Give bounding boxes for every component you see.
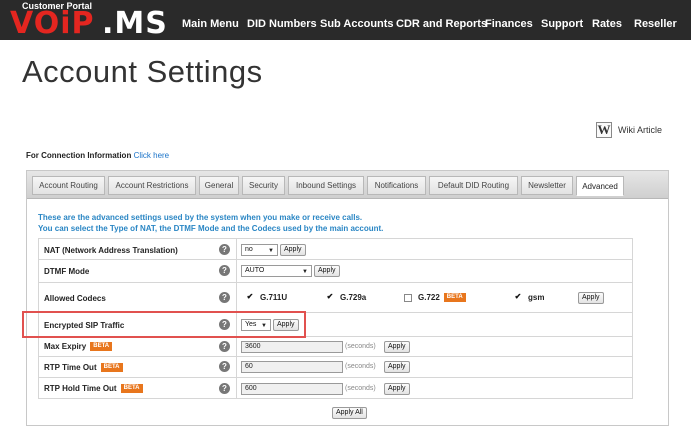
top-navbar: Customer Portal VOiP .MS Main Menu DID N… — [0, 0, 691, 40]
rtp-timeout-label: RTP Time Out — [44, 363, 97, 372]
rtp-hold-timeout-unit: (seconds) — [345, 385, 376, 392]
max-expiry-help-icon[interactable]: ? — [219, 341, 230, 352]
beta-badge: BETA — [90, 342, 113, 352]
tab-newsletter[interactable]: Newsletter — [521, 176, 573, 195]
nat-select[interactable]: no — [241, 244, 278, 256]
connection-info-label: For Connection Information — [26, 151, 132, 160]
beta-badge: BETA — [443, 293, 466, 302]
nav-reseller[interactable]: Reseller — [634, 18, 677, 30]
apply-all-button[interactable]: Apply All — [332, 407, 367, 419]
nav-finances[interactable]: Finances — [485, 18, 533, 30]
setting-row-rtp-timeout: RTP Time Out BETA ? 60 (seconds) Apply — [38, 357, 633, 378]
codec-g729a[interactable]: ✔ G.729a — [326, 292, 367, 302]
codecs-apply-button[interactable]: Apply — [578, 292, 604, 304]
tabs-strip: Account Routing Account Restrictions Gen… — [27, 171, 668, 199]
logo[interactable]: Customer Portal VOiP .MS — [6, 1, 168, 41]
max-expiry-label: Max Expiry — [44, 342, 87, 351]
setting-row-nat: NAT (Network Address Translation) ? no A… — [38, 238, 633, 260]
column-divider — [236, 260, 237, 282]
intro-line-1: These are the advanced settings used by … — [38, 213, 363, 222]
intro-line-2: You can select the Type of NAT, the DTMF… — [38, 224, 384, 233]
wiki-article-label: Wiki Article — [618, 125, 663, 135]
nav-cdr-reports[interactable]: CDR and Reports — [396, 18, 487, 30]
highlight-box — [22, 311, 306, 338]
rtp-hold-timeout-input[interactable]: 600 — [241, 383, 343, 395]
column-divider — [236, 357, 237, 377]
tab-account-restrictions[interactable]: Account Restrictions — [108, 176, 196, 195]
wikipedia-icon: W — [596, 122, 612, 138]
codec-gsm[interactable]: ✔ gsm — [514, 292, 545, 302]
rtp-hold-timeout-label: RTP Hold Time Out — [44, 384, 117, 393]
tab-default-did-routing[interactable]: Default DID Routing — [429, 176, 518, 195]
nav-rates[interactable]: Rates — [592, 18, 622, 30]
codec-gsm-label: gsm — [528, 293, 545, 302]
nav-did-numbers[interactable]: DID Numbers — [247, 18, 317, 30]
beta-badge: BETA — [120, 384, 143, 394]
codec-g729a-label: G.729a — [340, 293, 367, 302]
tab-advanced[interactable]: Advanced — [576, 176, 624, 196]
max-expiry-apply-button[interactable]: Apply — [384, 341, 410, 353]
setting-row-rtp-hold-timeout: RTP Hold Time Out BETA ? 600 (seconds) Ap… — [38, 378, 633, 399]
dtmf-label: DTMF Mode — [44, 267, 90, 276]
checkbox-empty-icon[interactable] — [404, 293, 412, 302]
codecs-label: Allowed Codecs — [44, 294, 106, 303]
nat-apply-button[interactable]: Apply — [280, 244, 306, 256]
codec-g722-label: G.722 — [418, 293, 440, 302]
setting-row-codecs: Allowed Codecs ? ✔ G.711U ✔ G.729a G.722… — [38, 283, 633, 313]
dtmf-help-icon[interactable]: ? — [219, 265, 230, 276]
nat-label: NAT (Network Address Translation) — [44, 246, 178, 255]
max-expiry-unit: (seconds) — [345, 343, 376, 350]
rtp-timeout-apply-button[interactable]: Apply — [384, 361, 410, 373]
tab-account-routing[interactable]: Account Routing — [32, 176, 105, 195]
tab-security[interactable]: Security — [242, 176, 285, 195]
page-title: Account Settings — [22, 54, 263, 89]
column-divider — [236, 337, 237, 356]
setting-row-dtmf: DTMF Mode ? AUTO Apply — [38, 260, 633, 283]
tab-notifications[interactable]: Notifications — [367, 176, 426, 195]
rtp-timeout-label-wrap: RTP Time Out BETA — [44, 363, 123, 373]
nav-main-menu[interactable]: Main Menu — [182, 18, 239, 30]
nav-sub-accounts[interactable]: Sub Accounts — [320, 18, 394, 30]
tab-general[interactable]: General — [199, 176, 239, 195]
codec-g711u[interactable]: ✔ G.711U — [246, 292, 288, 302]
codecs-help-icon[interactable]: ? — [219, 292, 230, 303]
connection-info: For Connection Information Click here — [26, 151, 169, 160]
wiki-article-link[interactable]: W Wiki Article — [596, 122, 662, 138]
logo-voip-text: VOiP — [10, 6, 95, 41]
tab-inbound-settings[interactable]: Inbound Settings — [288, 176, 364, 195]
beta-badge: BETA — [100, 363, 123, 373]
dtmf-apply-button[interactable]: Apply — [314, 265, 340, 277]
max-expiry-input[interactable]: 3600 — [241, 341, 343, 353]
rtp-timeout-unit: (seconds) — [345, 363, 376, 370]
setting-row-max-expiry: Max Expiry BETA ? 3600 (seconds) Apply — [38, 337, 633, 357]
max-expiry-label-wrap: Max Expiry BETA — [44, 342, 113, 352]
checkmark-icon[interactable]: ✔ — [326, 292, 334, 302]
connection-info-link[interactable]: Click here — [134, 151, 170, 160]
column-divider — [236, 239, 237, 259]
rtp-hold-timeout-help-icon[interactable]: ? — [219, 383, 230, 394]
column-divider — [236, 378, 237, 398]
checkmark-icon[interactable]: ✔ — [514, 292, 522, 302]
codec-g711u-label: G.711U — [260, 293, 288, 302]
rtp-hold-timeout-apply-button[interactable]: Apply — [384, 383, 410, 395]
logo-ms-text: .MS — [102, 6, 168, 41]
column-divider — [236, 283, 237, 312]
rtp-hold-timeout-label-wrap: RTP Hold Time Out BETA — [44, 384, 143, 394]
codec-g722[interactable]: G.722 BETA — [404, 293, 466, 302]
rtp-timeout-input[interactable]: 60 — [241, 361, 343, 373]
rtp-timeout-help-icon[interactable]: ? — [219, 361, 230, 372]
nav-support[interactable]: Support — [541, 18, 583, 30]
dtmf-select[interactable]: AUTO — [241, 265, 312, 277]
nat-help-icon[interactable]: ? — [219, 244, 230, 255]
intro-text: These are the advanced settings used by … — [38, 212, 383, 234]
checkmark-icon[interactable]: ✔ — [246, 292, 254, 302]
